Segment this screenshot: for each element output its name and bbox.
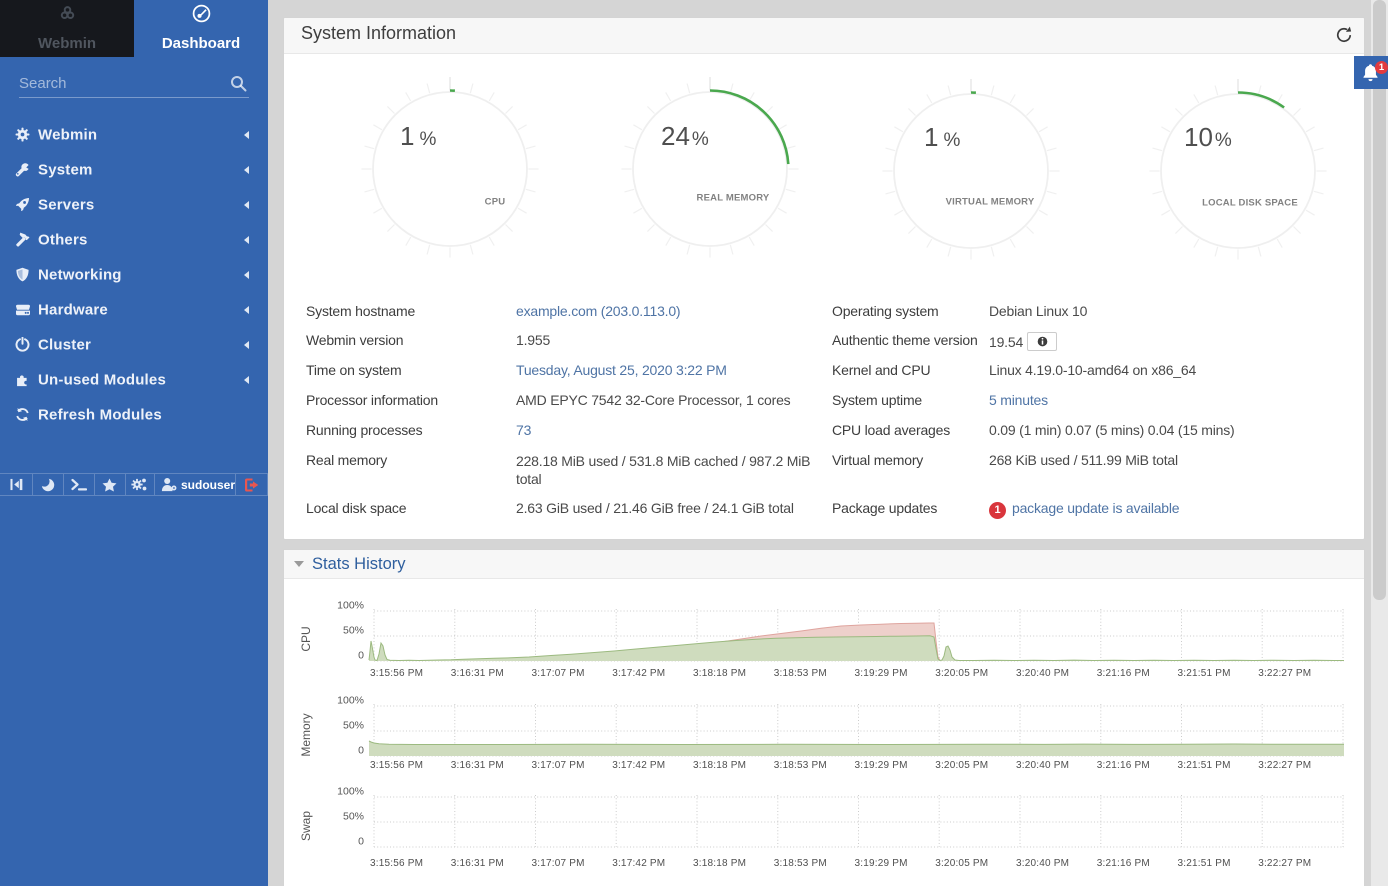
svg-text:3:15:56 PM: 3:15:56 PM (370, 668, 423, 679)
svg-text:3:17:42 PM: 3:17:42 PM (612, 668, 665, 679)
svg-text:3:15:56 PM: 3:15:56 PM (370, 858, 423, 869)
svg-text:0: 0 (358, 836, 364, 848)
svg-text:3:17:07 PM: 3:17:07 PM (532, 858, 585, 869)
svg-text:3:16:31 PM: 3:16:31 PM (451, 668, 504, 679)
svg-text:50%: 50% (343, 811, 364, 823)
svg-text:3:20:40 PM: 3:20:40 PM (1016, 858, 1069, 869)
svg-text:3:18:53 PM: 3:18:53 PM (774, 668, 827, 679)
svg-text:3:20:40 PM: 3:20:40 PM (1016, 760, 1069, 771)
svg-text:3:22:27 PM: 3:22:27 PM (1258, 858, 1311, 869)
svg-text:Memory: Memory (299, 713, 313, 756)
svg-text:CPU: CPU (299, 626, 313, 651)
svg-text:3:21:51 PM: 3:21:51 PM (1178, 858, 1231, 869)
svg-text:3:18:53 PM: 3:18:53 PM (774, 760, 827, 771)
svg-text:3:16:31 PM: 3:16:31 PM (451, 858, 504, 869)
svg-text:3:19:29 PM: 3:19:29 PM (855, 858, 908, 869)
svg-text:3:20:05 PM: 3:20:05 PM (935, 858, 988, 869)
svg-text:Swap: Swap (299, 811, 313, 841)
svg-text:0: 0 (358, 650, 364, 662)
svg-text:50%: 50% (343, 720, 364, 732)
svg-text:3:17:42 PM: 3:17:42 PM (612, 858, 665, 869)
svg-text:3:21:16 PM: 3:21:16 PM (1097, 760, 1150, 771)
svg-text:100%: 100% (337, 786, 364, 798)
svg-text:3:16:31 PM: 3:16:31 PM (451, 760, 504, 771)
svg-text:3:20:05 PM: 3:20:05 PM (935, 668, 988, 679)
svg-text:100%: 100% (337, 600, 364, 612)
svg-text:3:17:07 PM: 3:17:07 PM (532, 668, 585, 679)
svg-text:3:18:53 PM: 3:18:53 PM (774, 858, 827, 869)
svg-text:3:17:07 PM: 3:17:07 PM (532, 760, 585, 771)
svg-text:0: 0 (358, 745, 364, 757)
svg-text:100%: 100% (337, 695, 364, 707)
svg-text:3:17:42 PM: 3:17:42 PM (612, 760, 665, 771)
svg-text:3:22:27 PM: 3:22:27 PM (1258, 760, 1311, 771)
svg-text:3:22:27 PM: 3:22:27 PM (1258, 668, 1311, 679)
svg-text:3:20:40 PM: 3:20:40 PM (1016, 668, 1069, 679)
svg-text:3:20:05 PM: 3:20:05 PM (935, 760, 988, 771)
svg-text:3:21:51 PM: 3:21:51 PM (1178, 668, 1231, 679)
svg-text:3:19:29 PM: 3:19:29 PM (855, 668, 908, 679)
svg-text:3:21:16 PM: 3:21:16 PM (1097, 668, 1150, 679)
svg-text:3:18:18 PM: 3:18:18 PM (693, 760, 746, 771)
svg-text:3:21:16 PM: 3:21:16 PM (1097, 858, 1150, 869)
svg-text:3:19:29 PM: 3:19:29 PM (855, 760, 908, 771)
svg-text:3:21:51 PM: 3:21:51 PM (1178, 760, 1231, 771)
svg-text:3:18:18 PM: 3:18:18 PM (693, 858, 746, 869)
svg-text:3:15:56 PM: 3:15:56 PM (370, 760, 423, 771)
svg-text:50%: 50% (343, 625, 364, 637)
svg-text:3:18:18 PM: 3:18:18 PM (693, 668, 746, 679)
